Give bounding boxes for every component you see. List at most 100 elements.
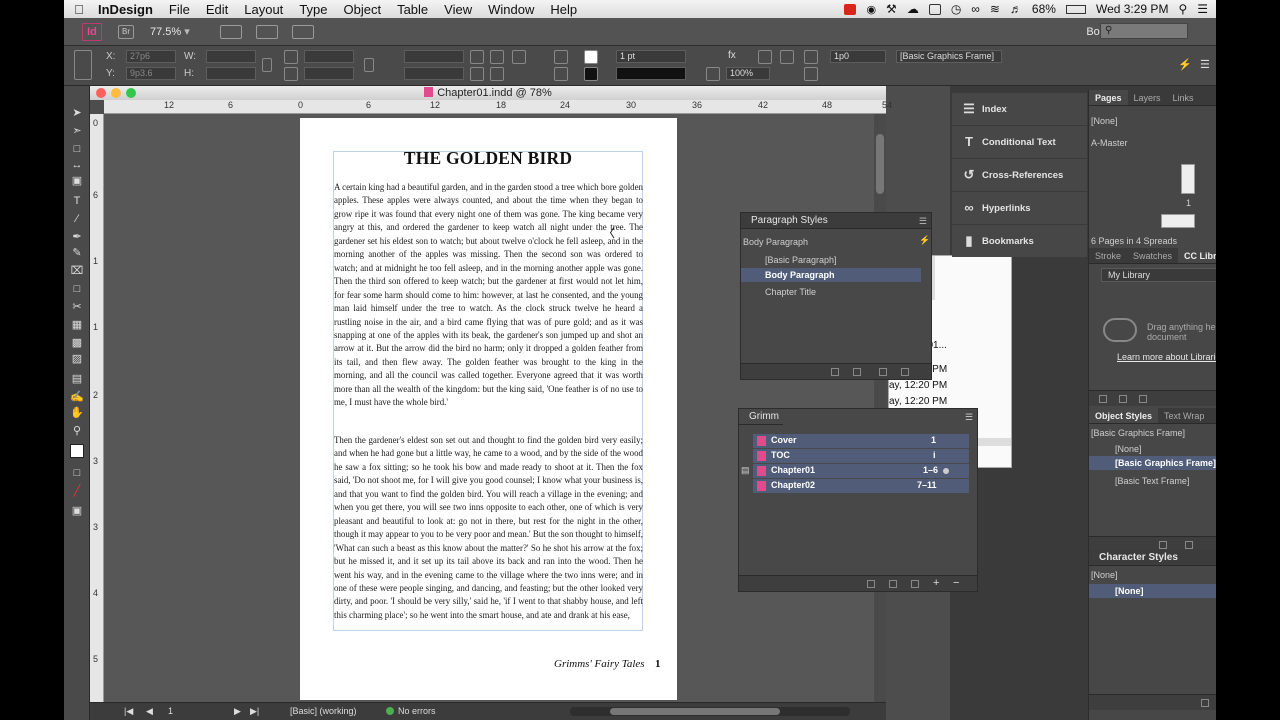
master-a[interactable]: A-Master xyxy=(1091,138,1128,148)
tab-layers[interactable]: Layers xyxy=(1128,90,1167,105)
fill-stroke-icon[interactable] xyxy=(70,444,84,458)
stroke-color-icon[interactable] xyxy=(584,67,598,81)
bluetooth-icon[interactable]: ∞ xyxy=(971,2,980,16)
delete-style-icon[interactable] xyxy=(901,368,909,376)
spread-thumb[interactable] xyxy=(1161,214,1195,228)
paragraph-style-item[interactable]: Chapter Title xyxy=(765,287,816,297)
book-doc-cover[interactable]: Cover 1 xyxy=(753,434,969,448)
tab-pages[interactable]: Pages xyxy=(1089,90,1128,105)
flip-h-icon[interactable] xyxy=(470,67,484,81)
screen-mode-icon[interactable] xyxy=(256,24,278,39)
view-options-icon[interactable] xyxy=(220,24,242,39)
tab-swatches[interactable]: Swatches xyxy=(1127,248,1178,263)
hyperlinks-panel-button[interactable]: ∞ Hyperlinks xyxy=(952,192,1087,225)
quick-apply-icon[interactable]: ⚡ xyxy=(919,235,930,246)
menu-file[interactable]: File xyxy=(161,2,198,17)
gradient-feather-tool-icon[interactable]: ▨ xyxy=(70,352,84,366)
constrain-proportions-icon[interactable] xyxy=(262,58,272,72)
body-paragraph-2[interactable]: Then the gardener's eldest son set out a… xyxy=(334,434,643,622)
direct-selection-tool-icon[interactable]: ➣ xyxy=(70,124,84,138)
cloud-icon[interactable]: ☁ xyxy=(907,2,919,16)
zoom-button[interactable] xyxy=(126,88,136,98)
clear-overrides-icon[interactable] xyxy=(1185,541,1193,549)
prev-page-icon[interactable]: ◀ xyxy=(146,706,153,717)
master-none[interactable]: [None] xyxy=(1091,116,1118,126)
x-field[interactable]: 27p6 xyxy=(126,50,176,63)
bridge-button[interactable]: Br xyxy=(118,24,134,39)
menu-layout[interactable]: Layout xyxy=(236,2,291,17)
menu-type[interactable]: Type xyxy=(291,2,335,17)
add-color-icon[interactable] xyxy=(1139,395,1147,403)
page-tool-icon[interactable]: □ xyxy=(70,142,84,156)
story-title[interactable]: THE GOLDEN BIRD xyxy=(333,148,643,169)
text-wrap-icon[interactable] xyxy=(758,50,772,64)
menu-view[interactable]: View xyxy=(436,2,480,17)
object-style-item[interactable]: [Basic Text Frame] xyxy=(1115,476,1189,486)
note-tool-icon[interactable]: ▤ xyxy=(70,372,84,386)
menu-window[interactable]: Window xyxy=(480,2,542,17)
content-collector-icon[interactable]: ▣ xyxy=(70,174,84,188)
free-transform-tool-icon[interactable]: ▦ xyxy=(70,318,84,332)
panel-menu-icon[interactable]: ☰ xyxy=(919,213,927,229)
select-container-icon[interactable] xyxy=(554,50,568,64)
document-page[interactable]: THE GOLDEN BIRD A certain king had a bea… xyxy=(300,118,677,700)
page-number-field[interactable]: 1 xyxy=(168,706,173,716)
master-status[interactable]: [Basic] (working) xyxy=(290,706,357,716)
zoom-tool-icon[interactable]: ⚲ xyxy=(70,424,84,438)
screen-icon[interactable] xyxy=(928,3,941,15)
character-style-item-selected[interactable]: [None] xyxy=(1089,584,1216,598)
tab-stroke[interactable]: Stroke xyxy=(1089,248,1127,263)
gap-tool-icon[interactable]: ↔ xyxy=(70,158,84,172)
apple-icon[interactable]:  xyxy=(64,2,94,17)
horizontal-ruler[interactable]: 12 6 0 6 12 18 24 30 36 42 48 54 xyxy=(104,100,892,114)
reference-point-icon[interactable] xyxy=(74,50,92,80)
library-dropdown[interactable]: My Library▾ xyxy=(1101,268,1216,282)
scale-y-field[interactable] xyxy=(304,67,354,80)
rotate-cw-icon[interactable] xyxy=(470,50,484,64)
pencil-tool-icon[interactable]: ✎ xyxy=(70,246,84,260)
object-style-item-selected[interactable]: [Basic Graphics Frame] xyxy=(1089,456,1216,470)
tab-text-wrap[interactable]: Text Wrap xyxy=(1158,408,1210,423)
align-icon[interactable] xyxy=(780,50,794,64)
preflight-status[interactable]: No errors xyxy=(398,706,436,716)
gradient-swatch-tool-icon[interactable]: ▩ xyxy=(70,336,84,350)
frame-fitting-icon[interactable] xyxy=(804,67,818,81)
first-page-icon[interactable]: |◀ xyxy=(124,706,133,717)
tab-object-styles[interactable]: Object Styles xyxy=(1089,408,1159,423)
menu-table[interactable]: Table xyxy=(389,2,436,17)
volume-icon[interactable]: ♬ xyxy=(1010,2,1022,16)
formatting-affects-icon[interactable]: □ xyxy=(70,466,84,480)
app-menu[interactable]: InDesign xyxy=(94,2,161,17)
rotate-ccw-icon[interactable] xyxy=(490,50,504,64)
paragraph-style-item-selected[interactable]: Body Paragraph xyxy=(741,268,921,282)
object-style-field[interactable]: [Basic Graphics Frame] xyxy=(896,50,1002,63)
select-content-icon[interactable] xyxy=(554,67,568,81)
next-page-icon[interactable]: ▶ xyxy=(234,706,241,717)
battery-icon[interactable] xyxy=(1065,4,1086,14)
spotlight-icon[interactable]: ⚲ xyxy=(1178,2,1187,16)
h-field[interactable] xyxy=(206,67,256,80)
scissors-tool-icon[interactable]: ✂ xyxy=(70,300,84,314)
book-doc-chapter01[interactable]: Chapter01 1–6 xyxy=(753,464,969,478)
remove-document-icon[interactable]: − xyxy=(953,577,959,589)
add-text-icon[interactable] xyxy=(1119,395,1127,403)
fit-frame-icon[interactable] xyxy=(804,50,818,64)
rectangle-frame-tool-icon[interactable]: ⌧ xyxy=(70,264,84,278)
tab-cc-libraries[interactable]: CC Libraries xyxy=(1178,248,1216,263)
bookmarks-panel-button[interactable]: ▮ Bookmarks xyxy=(952,225,1087,258)
camera-icon[interactable]: ◉ xyxy=(866,3,876,16)
new-group-icon[interactable] xyxy=(1201,699,1209,707)
print-book-icon[interactable] xyxy=(911,580,919,588)
path-icon[interactable] xyxy=(512,50,526,64)
tab-links[interactable]: Links xyxy=(1167,90,1200,105)
shear-field[interactable] xyxy=(404,67,464,80)
opacity-icon[interactable] xyxy=(706,67,720,81)
book-doc-toc[interactable]: TOC i xyxy=(753,449,969,463)
close-button[interactable] xyxy=(96,88,106,98)
line-tool-icon[interactable]: ∕ xyxy=(70,212,84,226)
page-1-thumb[interactable] xyxy=(1181,164,1195,194)
flip-v-icon[interactable] xyxy=(490,67,504,81)
y-field[interactable]: 9p3.6 xyxy=(126,67,176,80)
cc-icon[interactable] xyxy=(844,3,857,15)
book-panel-menu-icon[interactable]: ☰ xyxy=(965,412,973,423)
